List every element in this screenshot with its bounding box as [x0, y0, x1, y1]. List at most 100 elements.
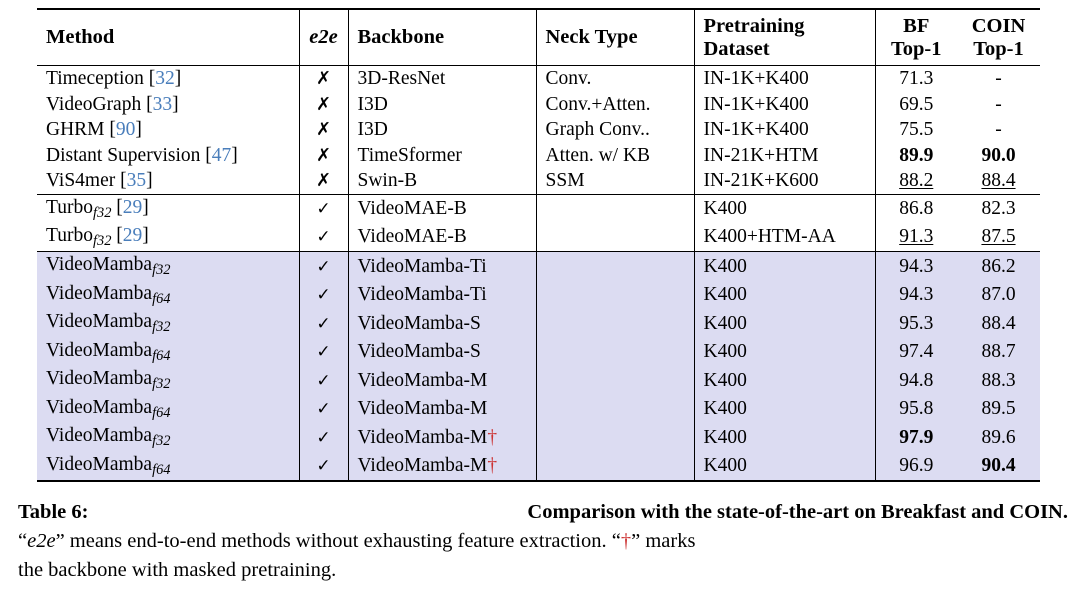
cell-bf-top1: 94.3	[874, 280, 957, 310]
cell-coin-top1: -	[957, 117, 1040, 143]
cell-neck-type-text	[537, 282, 694, 308]
cell-bf-top1: 95.3	[874, 309, 957, 338]
caption-e2e-term: e2e	[27, 530, 56, 553]
cell-bf-top1: 94.8	[874, 366, 957, 395]
cell-backbone: I3D	[347, 117, 536, 143]
cell-e2e-check: ✓	[298, 366, 348, 395]
dagger-icon: †	[487, 426, 498, 448]
cell-pretraining-dataset-text: K400	[703, 312, 747, 334]
cell-backbone-text: I3D	[357, 93, 388, 115]
cell-bf-top1-value: 75.5	[899, 119, 934, 140]
column-header-backbone-label: Backbone	[357, 26, 445, 49]
cell-bf-top1: 71.3	[874, 65, 957, 92]
column-header-e2e-label: e2e	[309, 26, 338, 49]
cell-pretraining-dataset: IN-21K+HTM	[693, 142, 875, 168]
cell-pretraining-dataset: K400	[693, 337, 875, 367]
cell-pretraining-dataset: K400	[693, 193, 875, 223]
table-row: VideoMambaf64 ✓ VideoMamba-M† K400 96.9 90.4	[37, 451, 1040, 483]
caption-title: Comparison with the state-of-the-art on …	[527, 501, 1068, 523]
check-icon: ✓	[316, 256, 331, 277]
cell-bf-top1-value: 94.8	[899, 369, 934, 391]
cell-neck-type	[535, 423, 694, 452]
table-row: Turbof32 [29] ✓ VideoMAE-B K400+HTM-AA 91.3…	[37, 222, 1040, 252]
check-icon: ✓	[316, 342, 331, 363]
cell-method-text: ViS4mer [35]	[46, 170, 153, 191]
cell-e2e-check: ✓	[298, 222, 348, 252]
cell-bf-top1-value: 69.5	[899, 93, 934, 115]
cell-backbone-text: I3D	[357, 119, 388, 140]
cell-method-text: VideoMambaf32	[46, 368, 171, 393]
cell-method-text: VideoMambaf64	[46, 453, 171, 478]
cell-method: Turbof32 [29]	[37, 223, 299, 252]
cell-backbone-text: VideoMAE-B	[357, 197, 467, 219]
cell-backbone: VideoMAE-B	[347, 222, 536, 252]
cell-neck-type-text	[537, 254, 694, 280]
cell-pretraining-dataset-text: IN-21K+HTM	[703, 144, 819, 166]
caption-body-text: ” means end-to-end methods without exhau…	[55, 530, 621, 553]
cell-pretraining-dataset-text: IN-1K+K400	[703, 119, 809, 140]
cell-e2e-check: ✓	[298, 423, 348, 452]
table-body: Timeception [32] ✗ 3D-ResNet Conv. IN-1K+K40…	[37, 65, 1040, 483]
cell-neck-type-text: Conv.	[545, 68, 592, 89]
cell-method: VideoMambaf64	[37, 337, 299, 367]
cell-neck-type-text	[537, 453, 694, 479]
cell-coin-top1-value: 87.0	[981, 284, 1016, 306]
cell-bf-top1: 88.2	[874, 168, 957, 194]
cell-method: Turbof32 [29]	[37, 193, 299, 223]
cell-bf-top1: 97.9	[874, 423, 957, 452]
cell-pretraining-dataset-text: K400	[703, 455, 747, 477]
cell-pretraining-dataset: K400	[693, 451, 875, 483]
cell-bf-top1-value: 71.3	[899, 68, 934, 89]
table-row: Distant Supervision [47] ✗ TimeSformer Atte…	[37, 142, 1040, 168]
cell-pretraining-dataset: K400	[693, 280, 875, 310]
cell-coin-top1: 89.5	[957, 394, 1040, 424]
pretraining-line-2: Dataset	[703, 37, 770, 60]
cell-method: VideoMambaf32	[37, 423, 299, 452]
cell-coin-top1: 90.4	[957, 451, 1040, 483]
cell-pretraining-dataset-text: K400+HTM-AA	[703, 226, 836, 248]
cell-bf-top1: 69.5	[874, 91, 957, 117]
cell-e2e-check: ✓	[298, 337, 348, 367]
cell-method: Timeception [32]	[37, 65, 299, 92]
cell-coin-top1-value: -	[995, 93, 1002, 115]
table-row: VideoMambaf64 ✓ VideoMamba-S K400 97.4 88.7	[37, 337, 1040, 367]
column-header-pretraining-dataset-label: Pretraining Dataset	[695, 10, 875, 65]
cell-e2e-cross: ✗	[298, 168, 348, 194]
cell-pretraining-dataset-text: K400	[703, 255, 747, 277]
cell-pretraining-dataset-text: IN-21K+K600	[703, 170, 819, 191]
cell-bf-top1: 97.4	[874, 337, 957, 367]
cell-backbone: VideoMamba-S	[347, 309, 536, 338]
cell-bf-top1-value: 91.3	[899, 226, 934, 248]
check-icon: ✓	[316, 370, 331, 391]
cell-e2e-cross: ✗	[298, 65, 348, 92]
cell-method: VideoMambaf32	[37, 309, 299, 338]
cell-coin-top1: -	[957, 92, 1040, 118]
cell-neck-type	[535, 337, 694, 367]
check-icon: ✓	[316, 227, 331, 248]
column-header-bf-top1: BF Top-1	[874, 8, 958, 66]
cell-neck-type: SSM	[535, 168, 694, 194]
cell-backbone-text: TimeSformer	[357, 144, 462, 166]
cell-backbone-text: 3D-ResNet	[357, 68, 446, 89]
cell-coin-top1-value: 90.0	[981, 144, 1016, 166]
caption-line-2: “e2e” means end-to-end methods without e…	[18, 527, 1068, 556]
check-icon: ✓	[316, 313, 331, 334]
cell-method: VideoMambaf64	[37, 451, 299, 483]
dagger-icon: †	[487, 455, 498, 477]
figure-caption: Table 6: Comparison with the state-of-th…	[18, 498, 1068, 585]
cell-pretraining-dataset: IN-1K+K400	[693, 117, 875, 143]
cell-coin-top1: 88.4	[957, 168, 1040, 194]
cell-backbone-text: Swin-B	[357, 170, 418, 191]
cell-method-text: VideoGraph [33]	[46, 93, 179, 115]
table-header: Method e2e Backbone Neck Type Pretrainin…	[37, 8, 1040, 66]
cell-pretraining-dataset-text: K400	[703, 197, 747, 219]
cell-coin-top1: 88.4	[957, 309, 1040, 338]
cell-backbone: VideoMamba-M	[347, 394, 536, 424]
cell-method-text: VideoMambaf32	[46, 254, 171, 279]
cell-neck-type	[535, 251, 694, 281]
column-header-bf-top1-label: BF Top-1	[876, 13, 958, 62]
cell-neck-type	[535, 222, 694, 252]
cell-coin-top1-value: 90.4	[981, 455, 1016, 477]
table-row: GHRM [90] ✗ I3D Graph Conv.. IN-1K+K400 75.5 -	[37, 117, 1040, 143]
cell-backbone: 3D-ResNet	[347, 65, 536, 92]
